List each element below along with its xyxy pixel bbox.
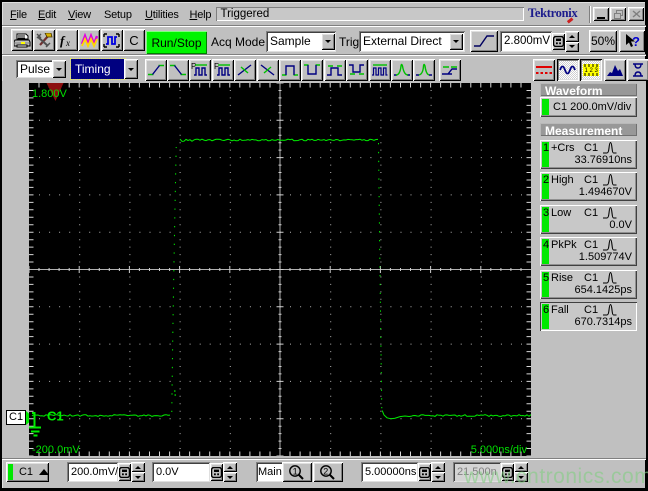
svg-text:?: ? bbox=[632, 34, 640, 49]
svg-text:C1: C1 bbox=[47, 408, 64, 423]
svg-text:2: 2 bbox=[323, 467, 328, 477]
svg-text:5.000ns/div: 5.000ns/div bbox=[470, 444, 527, 456]
svg-text:1: 1 bbox=[293, 467, 298, 477]
svg-text:-200.0mV: -200.0mV bbox=[32, 444, 80, 456]
svg-text:x: x bbox=[65, 38, 70, 48]
svg-text:F: F bbox=[214, 62, 219, 71]
svg-text:1 2 3: 1 2 3 bbox=[585, 68, 599, 74]
svg-text:1.800V: 1.800V bbox=[32, 88, 68, 100]
